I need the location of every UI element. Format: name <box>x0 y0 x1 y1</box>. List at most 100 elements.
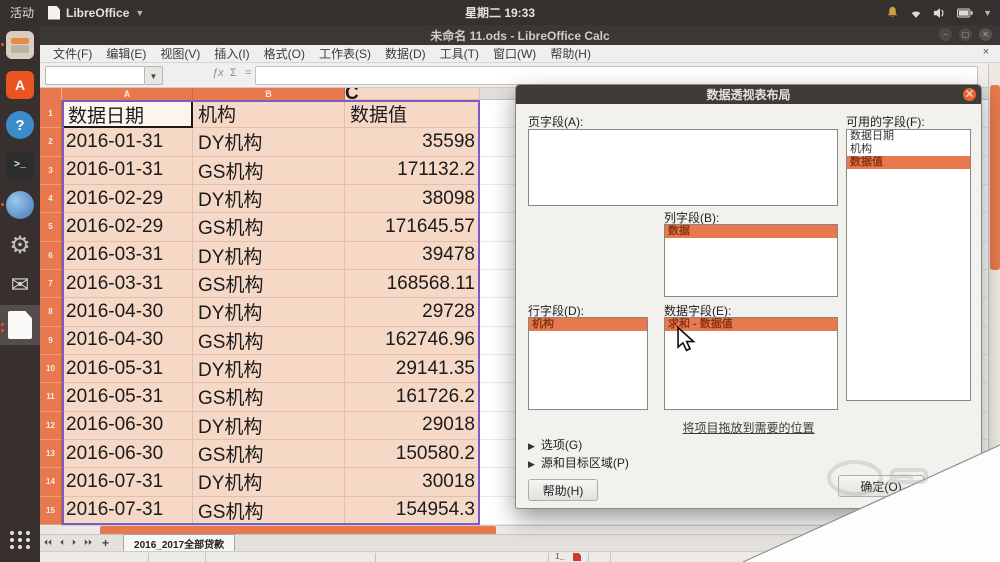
row-header[interactable]: 6 <box>40 242 62 270</box>
name-box-input[interactable] <box>45 66 145 85</box>
next-sheet-icon[interactable]: ⏵ <box>68 538 80 548</box>
cell[interactable]: GS机构 <box>193 383 345 411</box>
cell[interactable]: DY机构 <box>193 355 345 383</box>
cell[interactable]: DY机构 <box>193 128 345 156</box>
titlebar[interactable]: 未命名 11.ods - LibreOffice Calc − ▢ ✕ <box>40 25 1000 45</box>
cell[interactable]: 168568.11 <box>345 270 480 298</box>
cell[interactable]: 30018 <box>345 468 480 496</box>
list-item[interactable]: 数据日期 <box>847 130 970 143</box>
last-sheet-icon[interactable]: ⏵⏵ <box>80 538 96 548</box>
name-box-dropdown[interactable]: ▼ <box>145 66 163 85</box>
menu-view[interactable]: 视图(V) <box>153 45 207 63</box>
list-item[interactable]: 机构 <box>847 143 970 156</box>
row-header[interactable]: 13 <box>40 440 62 468</box>
cell[interactable]: 2016-03-31 <box>62 270 193 298</box>
column-header-a[interactable]: A <box>62 88 193 100</box>
menu-insert[interactable]: 插入(I) <box>207 45 256 63</box>
row-header[interactable]: 8 <box>40 298 62 326</box>
dock-item-software[interactable]: A <box>0 65 40 105</box>
dock-item-terminal[interactable]: >_ <box>0 145 40 185</box>
ok-button[interactable]: 确定(O) <box>838 475 924 497</box>
row-header[interactable]: 11 <box>40 383 62 411</box>
cell[interactable]: GS机构 <box>193 270 345 298</box>
function-wizard-icon[interactable]: ƒx <box>212 67 224 79</box>
dock-item-settings[interactable]: ⚙ <box>0 225 40 265</box>
cell-c1[interactable]: 数据值 <box>345 100 480 128</box>
cell[interactable]: 35598 <box>345 128 480 156</box>
cell[interactable]: 2016-01-31 <box>62 157 193 185</box>
cell[interactable]: 2016-07-31 <box>62 468 193 496</box>
formula-input[interactable] <box>255 66 978 85</box>
cell[interactable]: DY机构 <box>193 185 345 213</box>
menu-file[interactable]: 文件(F) <box>46 45 99 63</box>
cell-b1[interactable]: 机构 <box>193 100 345 128</box>
dock-item-libreoffice[interactable] <box>0 305 40 345</box>
cell[interactable]: 2016-02-29 <box>62 213 193 241</box>
cell[interactable]: 2016-04-30 <box>62 298 193 326</box>
row-header[interactable]: 9 <box>40 327 62 355</box>
cell[interactable]: 171645.57 <box>345 213 480 241</box>
cell[interactable]: 29728 <box>345 298 480 326</box>
close-button[interactable]: ✕ <box>979 28 992 41</box>
clock[interactable]: 星期二 19:33 <box>0 4 1000 21</box>
maximize-button[interactable]: ▢ <box>959 28 972 41</box>
wifi-icon[interactable] <box>909 7 923 19</box>
column-header-c[interactable]: C <box>345 88 480 100</box>
cell[interactable]: 2016-02-29 <box>62 185 193 213</box>
minimize-button[interactable]: − <box>939 28 952 41</box>
volume-icon[interactable] <box>933 7 947 19</box>
menu-edit[interactable]: 编辑(E) <box>99 45 153 63</box>
row-header[interactable]: 10 <box>40 355 62 383</box>
cell-a1[interactable]: 数据日期 <box>62 100 193 128</box>
menu-window[interactable]: 窗口(W) <box>486 45 543 63</box>
options-expander[interactable]: ▶选项(G) <box>528 436 582 453</box>
cell[interactable]: DY机构 <box>193 298 345 326</box>
cell[interactable]: 2016-05-31 <box>62 355 193 383</box>
cell[interactable]: DY机构 <box>193 242 345 270</box>
dock-item-browser[interactable] <box>0 185 40 225</box>
cell[interactable]: DY机构 <box>193 468 345 496</box>
row-header[interactable]: 15 <box>40 497 62 525</box>
row-header[interactable]: 1 <box>40 100 62 128</box>
vertical-scrollbar-thumb[interactable] <box>990 85 1000 270</box>
menu-format[interactable]: 格式(O) <box>257 45 312 63</box>
row-header[interactable]: 14 <box>40 468 62 496</box>
list-item-selected[interactable]: 机构 <box>529 318 647 331</box>
row-header[interactable]: 5 <box>40 213 62 241</box>
cell[interactable]: GS机构 <box>193 213 345 241</box>
row-header[interactable]: 12 <box>40 412 62 440</box>
list-item-selected[interactable]: 数据 <box>665 225 837 238</box>
cell[interactable]: 154954.3 <box>345 497 480 525</box>
menu-sheet[interactable]: 工作表(S) <box>312 45 378 63</box>
menu-data[interactable]: 数据(D) <box>378 45 433 63</box>
cell[interactable]: 2016-04-30 <box>62 327 193 355</box>
dock-item-mail[interactable]: ✉ <box>0 265 40 305</box>
cell[interactable]: 2016-06-30 <box>62 440 193 468</box>
sheet-tab[interactable]: 2016_2017全部贷款 <box>123 534 235 553</box>
cell[interactable]: 2016-03-31 <box>62 242 193 270</box>
cell[interactable]: 2016-01-31 <box>62 128 193 156</box>
chevron-down-icon[interactable]: ▼ <box>983 8 992 18</box>
column-header-b[interactable]: B <box>193 88 345 100</box>
help-button[interactable]: 帮助(H) <box>528 479 598 501</box>
equals-icon[interactable]: = <box>245 67 251 79</box>
cell[interactable]: GS机构 <box>193 497 345 525</box>
cell[interactable]: 150580.2 <box>345 440 480 468</box>
dock-item-help[interactable]: ? <box>0 105 40 145</box>
row-header[interactable]: 4 <box>40 185 62 213</box>
notification-icon[interactable] <box>886 6 899 19</box>
cell[interactable]: GS机构 <box>193 327 345 355</box>
menu-help[interactable]: 帮助(H) <box>543 45 598 63</box>
previous-sheet-icon[interactable]: ⏴ <box>56 538 68 548</box>
cell[interactable]: 29141.35 <box>345 355 480 383</box>
show-applications-button[interactable] <box>0 522 40 558</box>
menu-tools[interactable]: 工具(T) <box>433 45 486 63</box>
cell[interactable]: 2016-05-31 <box>62 383 193 411</box>
row-header[interactable]: 2 <box>40 128 62 156</box>
cell[interactable]: 171132.2 <box>345 157 480 185</box>
list-item-selected[interactable]: 数据值 <box>847 156 970 169</box>
unsaved-changes-icon[interactable] <box>573 553 581 561</box>
close-document-icon[interactable]: × <box>978 46 994 58</box>
dock-item-files[interactable] <box>0 25 40 65</box>
select-all-corner[interactable] <box>40 88 62 100</box>
